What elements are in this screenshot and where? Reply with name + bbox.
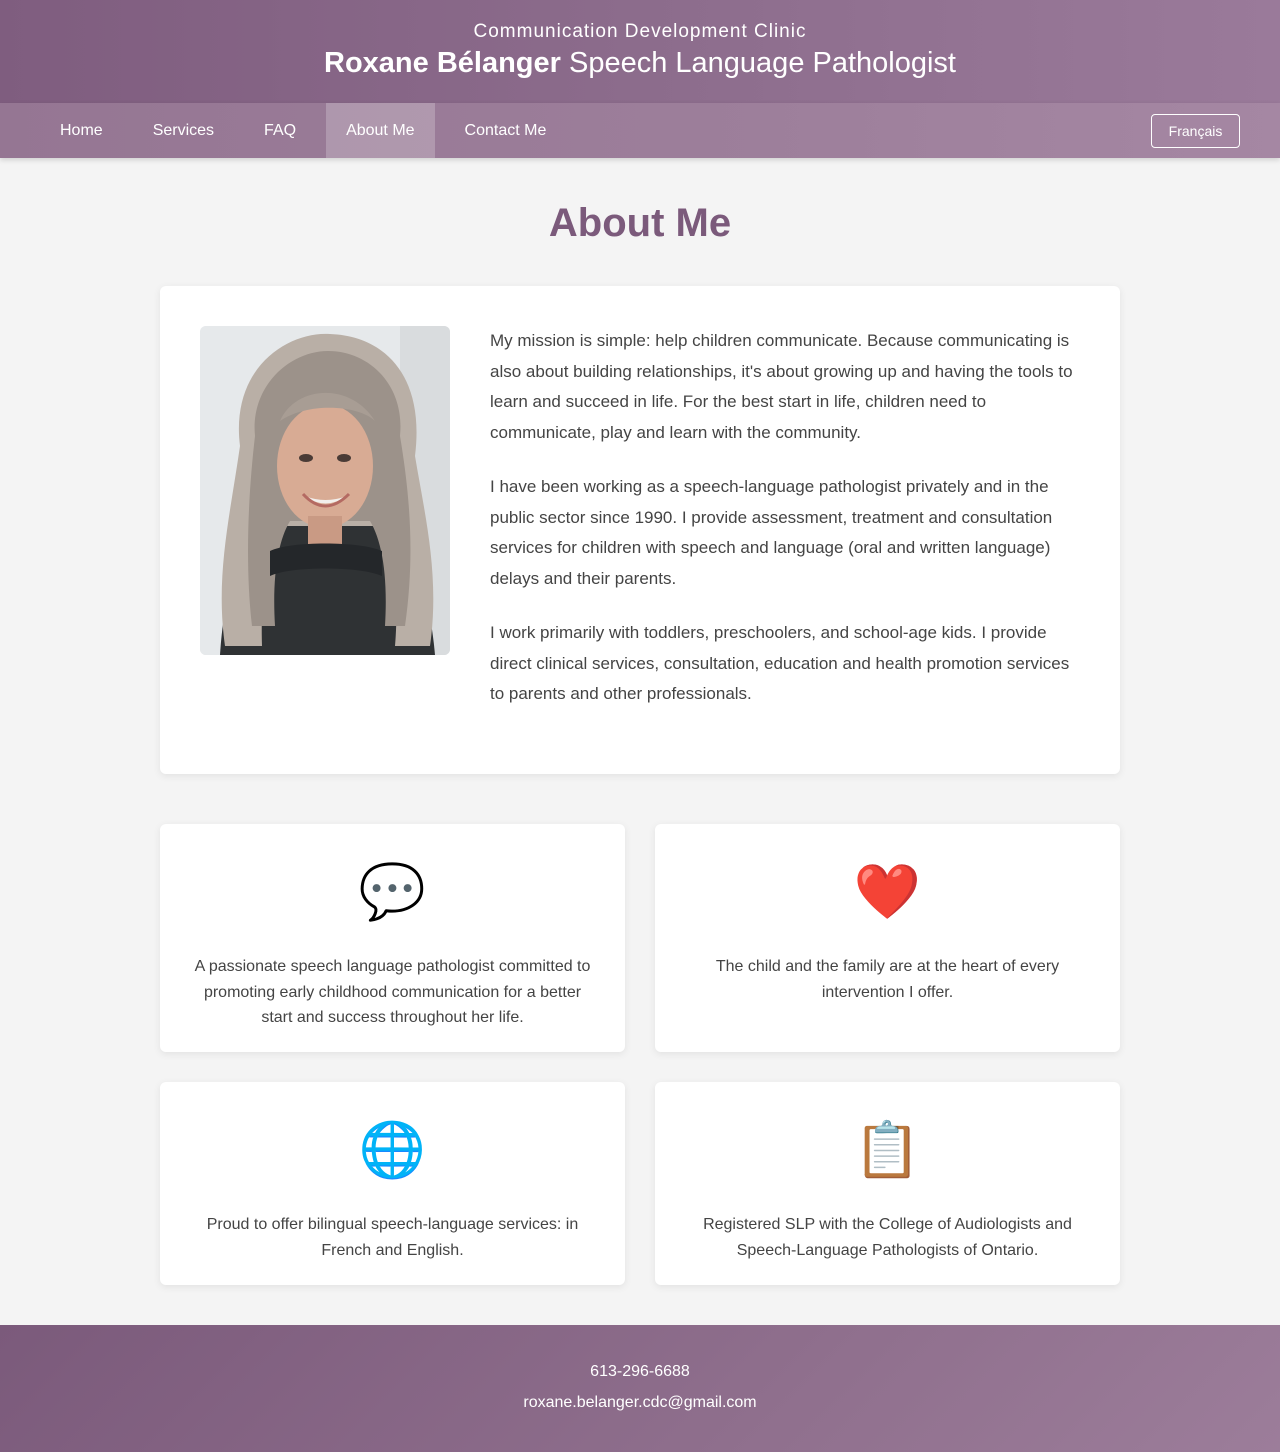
- heart-icon: ❤️: [853, 862, 922, 922]
- site-header: Communication Development Clinic Roxane …: [0, 0, 1280, 103]
- nav-item-contact-me[interactable]: Contact Me: [445, 103, 567, 158]
- nav-item-about-me[interactable]: About Me: [326, 103, 435, 158]
- footer-email[interactable]: roxane.belanger.cdc@gmail.com: [0, 1394, 1280, 1412]
- feature-card-bilingual: 🌐 Proud to offer bilingual speech-langua…: [160, 1082, 625, 1285]
- about-card: My mission is simple: help children comm…: [160, 286, 1120, 774]
- clipboard-icon: 📋: [853, 1120, 922, 1180]
- feature-text: The child and the family are at the hear…: [715, 958, 1060, 1001]
- nav-item-home[interactable]: Home: [40, 103, 123, 158]
- feature-card-family: ❤️ The child and the family are at the h…: [655, 824, 1120, 1052]
- language-toggle-button[interactable]: Français: [1151, 113, 1240, 148]
- portrait-photo: [200, 326, 450, 655]
- speech-bubble-icon: 💬: [358, 862, 427, 922]
- nav-item-faq[interactable]: FAQ: [244, 103, 316, 158]
- portrait-illustration: [200, 326, 450, 655]
- main-nav: Home Services FAQ About Me Contact Me Fr…: [0, 103, 1280, 158]
- clinic-name: Communication Development Clinic: [473, 21, 807, 42]
- site-footer: 613-296-6688 roxane.belanger.cdc@gmail.c…: [0, 1325, 1280, 1452]
- feature-card-registered: 📋 Registered SLP with the College of Aud…: [655, 1082, 1120, 1285]
- about-text: My mission is simple: help children comm…: [490, 326, 1080, 734]
- practitioner-name: Roxane Bélanger: [324, 47, 561, 79]
- about-paragraph: I work primarily with toddlers, preschoo…: [490, 623, 1070, 703]
- feature-text: Proud to offer bilingual speech-language…: [206, 1216, 579, 1259]
- about-paragraph: I have been working as a speech-language…: [490, 477, 1053, 588]
- feature-text: A passionate speech language pathologist…: [194, 958, 591, 1026]
- profession-title: Speech Language Pathologist: [569, 47, 956, 79]
- about-paragraph: My mission is simple: help children comm…: [490, 331, 1073, 442]
- page-title: About Me: [548, 201, 732, 245]
- globe-icon: 🌐: [358, 1120, 427, 1180]
- feature-card-passion: 💬 A passionate speech language pathologi…: [160, 824, 625, 1052]
- header-title: Roxane Bélanger Speech Language Patholog…: [0, 41, 1280, 85]
- footer-phone[interactable]: 613-296-6688: [0, 1363, 1280, 1381]
- feature-text: Registered SLP with the College of Audio…: [703, 1216, 1072, 1259]
- nav-item-services[interactable]: Services: [133, 103, 234, 158]
